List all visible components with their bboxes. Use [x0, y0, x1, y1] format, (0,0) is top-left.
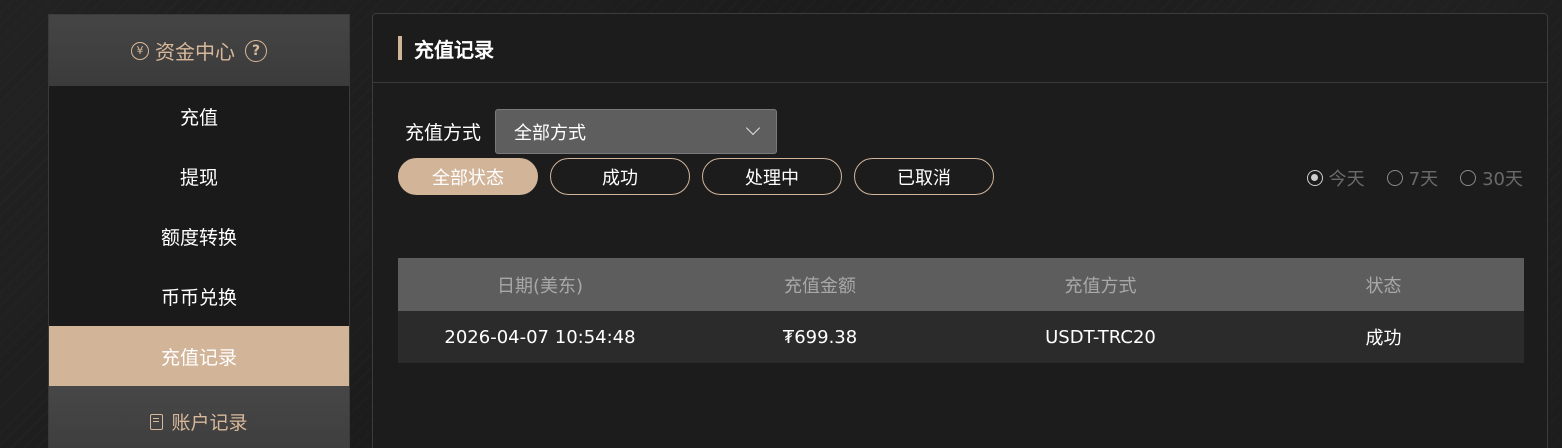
method-select-value: 全部方式 — [514, 122, 587, 144]
sidebar-item-withdraw[interactable]: 提现 — [49, 146, 349, 206]
table-header: 日期(美东) 充值金额 充值方式 状态 — [398, 258, 1524, 311]
tab-label: 成功 — [602, 167, 638, 189]
tab-label: 已取消 — [897, 167, 951, 189]
question-circle-icon[interactable]: ? — [245, 39, 267, 62]
range-label: 今天 — [1328, 169, 1365, 190]
page-title: 充值记录 — [414, 37, 494, 62]
tab-processing[interactable]: 处理中 — [702, 158, 842, 195]
sidebar-item-transfer[interactable]: 额度转换 — [49, 206, 349, 266]
sidebar-item-label: 币币兑换 — [160, 286, 237, 309]
chevron-down-icon — [745, 120, 761, 136]
cell-method: USDT-TRC20 — [1045, 326, 1156, 348]
sidebar-item-deposit-records[interactable]: 充值记录 — [49, 326, 349, 386]
column-header-method: 充值方式 — [1064, 275, 1137, 297]
cell-amount: ₮699.38 — [782, 326, 858, 348]
cell-status: 成功 — [1365, 328, 1402, 349]
method-filter-label: 充值方式 — [405, 122, 482, 144]
method-filter: 充值方式 全部方式 — [405, 109, 778, 154]
range-radio-30days[interactable]: 30天 — [1460, 165, 1523, 191]
app-root: ¥ 资金中心 ? 充值 提现 额度转换 币币兑换 充值记录 账户记录 充值记录 — [0, 0, 1562, 448]
yen-coin-icon: ¥ — [131, 41, 149, 60]
range-label: 30天 — [1482, 169, 1523, 190]
column-header-status: 状态 — [1365, 275, 1402, 297]
radio-checked-icon — [1306, 170, 1323, 186]
range-radio-7days[interactable]: 7天 — [1386, 165, 1439, 191]
sidebar-header-title: 资金中心 — [155, 40, 235, 64]
tab-cancelled[interactable]: 已取消 — [854, 158, 994, 195]
title-accent-bar — [398, 36, 402, 60]
deposit-records-panel: 充值记录 充值方式 全部方式 全部状态 成功 处理中 已取消 今天 7天 30天… — [372, 13, 1548, 448]
sidebar-item-exchange[interactable]: 币币兑换 — [49, 266, 349, 326]
column-header-amount: 充值金额 — [784, 275, 856, 297]
record-book-icon — [150, 413, 164, 430]
sidebar-header: ¥ 资金中心 ? — [49, 15, 349, 86]
date-range-selector: 今天 7天 30天 — [1285, 165, 1523, 191]
sidebar-item-label: 提现 — [179, 166, 218, 189]
sidebar-footer-label: 账户记录 — [171, 412, 248, 434]
sidebar-item-label: 充值记录 — [160, 346, 237, 369]
panel-header: 充值记录 — [373, 14, 1547, 83]
method-select[interactable]: 全部方式 — [495, 109, 778, 154]
tab-all-status[interactable]: 全部状态 — [398, 158, 538, 195]
tab-label: 全部状态 — [432, 167, 504, 189]
sidebar-item-label: 额度转换 — [160, 226, 237, 249]
tab-success[interactable]: 成功 — [550, 158, 690, 195]
sidebar-item-deposit[interactable]: 充值 — [49, 86, 349, 146]
range-label: 7天 — [1408, 169, 1439, 190]
deposit-records-table: 日期(美东) 充值金额 充值方式 状态 2026-04-07 10:54:48 … — [398, 258, 1524, 363]
tab-label: 处理中 — [745, 167, 799, 189]
status-tabs: 全部状态 成功 处理中 已取消 — [398, 158, 1006, 195]
radio-unchecked-icon — [1460, 170, 1477, 186]
table-row: 2026-04-07 10:54:48 ₮699.38 USDT-TRC20 成… — [398, 311, 1524, 363]
range-radio-today[interactable]: 今天 — [1306, 165, 1365, 191]
fund-center-sidebar: ¥ 资金中心 ? 充值 提现 额度转换 币币兑换 充值记录 账户记录 — [48, 14, 350, 448]
radio-unchecked-icon — [1386, 170, 1403, 186]
sidebar-item-account-records[interactable]: 账户记录 — [49, 386, 349, 448]
sidebar-item-label: 充值 — [179, 106, 218, 129]
cell-date: 2026-04-07 10:54:48 — [444, 326, 636, 348]
column-header-date: 日期(美东) — [496, 275, 584, 297]
